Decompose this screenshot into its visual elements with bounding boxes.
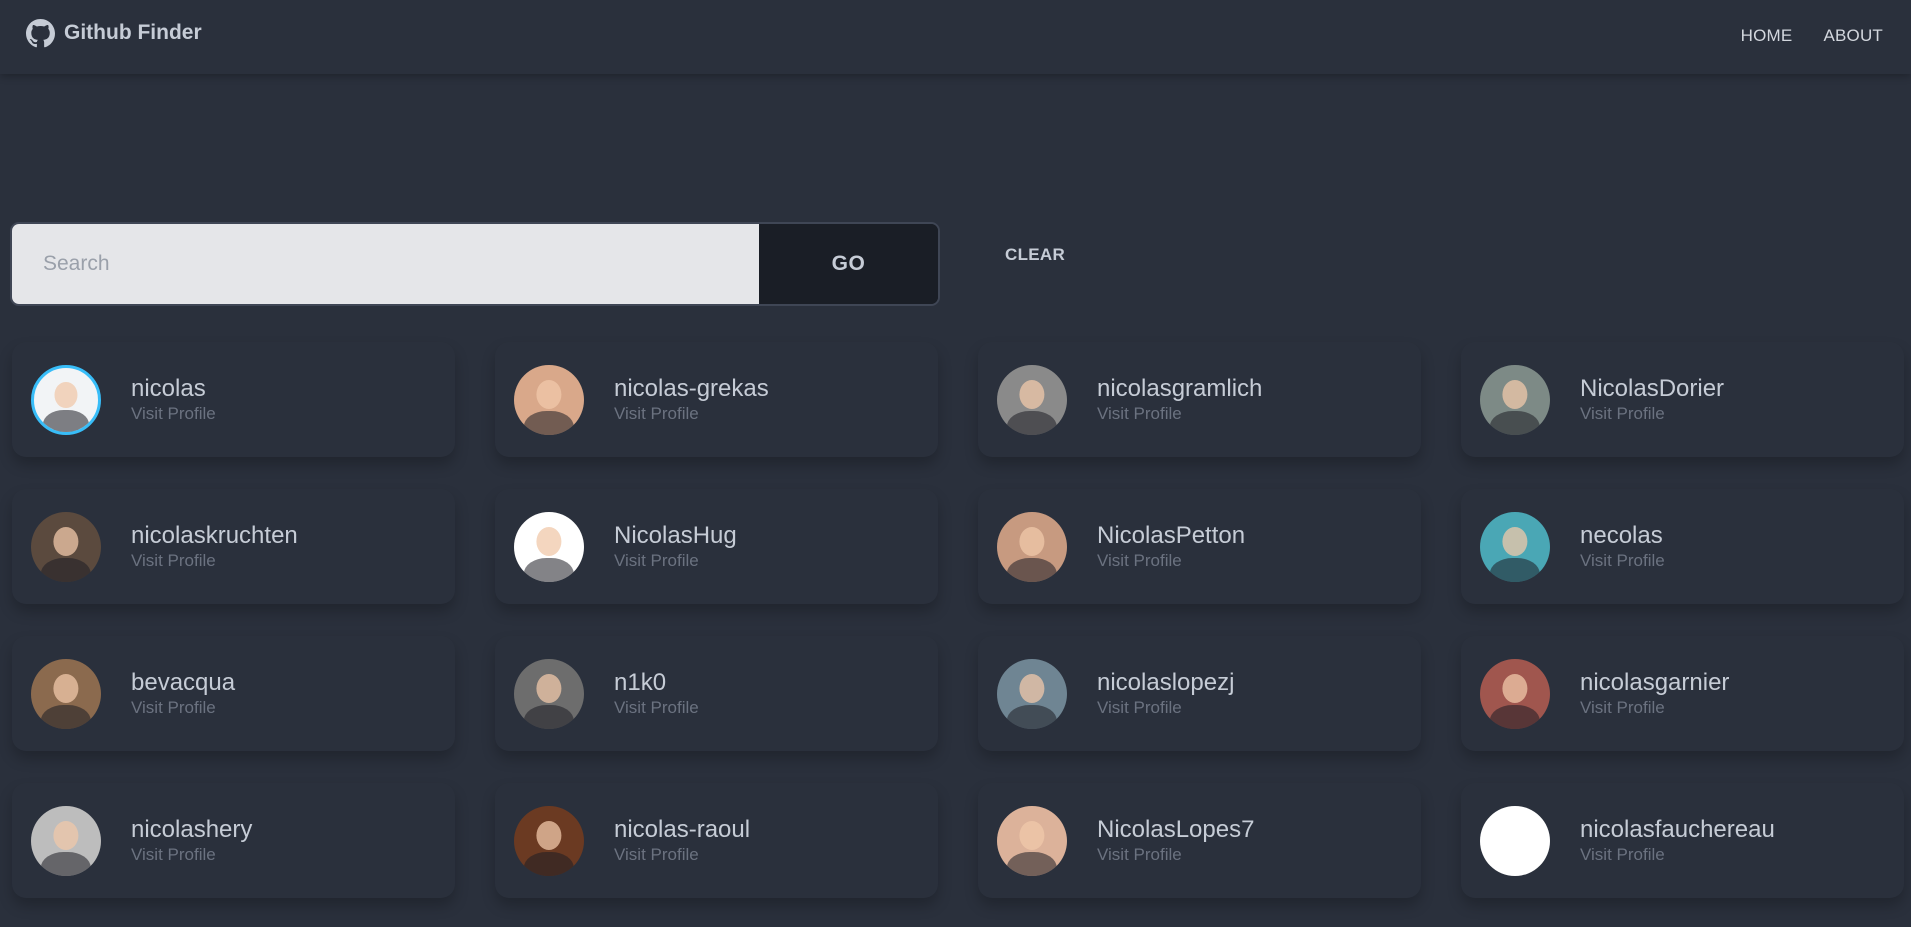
username: NicolasPetton — [1097, 521, 1246, 549]
user-info: nicolaskruchten Visit Profile — [131, 521, 298, 571]
user-info: nicolas Visit Profile — [131, 374, 216, 424]
username: NicolasHug — [614, 521, 737, 549]
user-card[interactable]: nicolaskruchten Visit Profile — [12, 489, 455, 604]
username: nicolas-grekas — [614, 374, 769, 402]
user-avatar — [997, 511, 1067, 582]
github-icon — [26, 18, 55, 48]
user-avatar — [997, 364, 1067, 435]
visit-profile-link[interactable]: Visit Profile — [1580, 698, 1729, 718]
user-avatar — [514, 511, 584, 582]
user-info: NicolasHug Visit Profile — [614, 521, 737, 571]
user-avatar — [997, 805, 1067, 876]
visit-profile-link[interactable]: Visit Profile — [1097, 698, 1234, 718]
user-info: nicolas-raoul Visit Profile — [614, 815, 750, 865]
user-avatar — [31, 364, 101, 435]
user-avatar — [1480, 658, 1550, 729]
search-row: GO CLEAR — [10, 222, 1071, 306]
user-avatar — [1480, 364, 1550, 435]
username: nicolaskruchten — [131, 521, 298, 549]
nav-about-link[interactable]: ABOUT — [1823, 26, 1883, 46]
user-info: nicolasgramlich Visit Profile — [1097, 374, 1262, 424]
clear-button[interactable]: CLEAR — [999, 244, 1071, 266]
user-avatar — [1480, 511, 1550, 582]
username: nicolasfauchereau — [1580, 815, 1775, 843]
visit-profile-link[interactable]: Visit Profile — [614, 404, 769, 424]
go-button[interactable]: GO — [759, 224, 938, 304]
user-avatar — [31, 805, 101, 876]
user-info: n1k0 Visit Profile — [614, 668, 699, 718]
visit-profile-link[interactable]: Visit Profile — [614, 551, 737, 571]
user-info: nicolas-grekas Visit Profile — [614, 374, 769, 424]
username: nicolasgarnier — [1580, 668, 1730, 696]
visit-profile-link[interactable]: Visit Profile — [1097, 551, 1245, 571]
user-card[interactable]: bevacqua Visit Profile — [12, 636, 455, 751]
user-avatar — [997, 658, 1067, 729]
visit-profile-link[interactable]: Visit Profile — [614, 845, 750, 865]
navbar: Github Finder HOME ABOUT — [0, 0, 1911, 74]
user-card[interactable]: necolas Visit Profile — [1461, 489, 1904, 604]
user-avatar — [31, 511, 101, 582]
user-info: nicolaslopezj Visit Profile — [1097, 668, 1234, 718]
user-card[interactable]: NicolasDorier Visit Profile — [1461, 342, 1904, 457]
user-info: nicolashery Visit Profile — [131, 815, 252, 865]
user-info: bevacqua Visit Profile — [131, 668, 235, 718]
user-grid: nicolas Visit Profile nicolas-grekas Visit … — [12, 342, 1904, 898]
user-card[interactable]: nicolasgarnier Visit Profile — [1461, 636, 1904, 751]
username: nicolashery — [131, 815, 253, 843]
user-card[interactable]: NicolasHug Visit Profile — [495, 489, 938, 604]
visit-profile-link[interactable]: Visit Profile — [614, 698, 699, 718]
user-avatar — [514, 805, 584, 876]
visit-profile-link[interactable]: Visit Profile — [131, 404, 216, 424]
brand-title: Github Finder — [64, 21, 202, 44]
user-avatar — [514, 364, 584, 435]
user-card[interactable]: nicolasfauchereau Visit Profile — [1461, 783, 1904, 898]
user-card[interactable]: nicolaslopezj Visit Profile — [978, 636, 1421, 751]
nav-links: HOME ABOUT — [1741, 26, 1883, 46]
user-card[interactable]: n1k0 Visit Profile — [495, 636, 938, 751]
visit-profile-link[interactable]: Visit Profile — [131, 698, 235, 718]
username: NicolasLopes7 — [1097, 815, 1255, 843]
user-card[interactable]: nicolasgramlich Visit Profile — [978, 342, 1421, 457]
visit-profile-link[interactable]: Visit Profile — [1580, 845, 1775, 865]
brand-link[interactable]: Github Finder — [26, 18, 202, 48]
user-info: nicolasgarnier Visit Profile — [1580, 668, 1729, 718]
username: n1k0 — [614, 668, 667, 696]
search-input[interactable] — [12, 224, 759, 304]
user-card[interactable]: nicolashery Visit Profile — [12, 783, 455, 898]
user-card[interactable]: NicolasPetton Visit Profile — [978, 489, 1421, 604]
visit-profile-link[interactable]: Visit Profile — [131, 551, 298, 571]
username: nicolasgramlich — [1097, 374, 1263, 402]
username: nicolas-raoul — [614, 815, 751, 843]
nav-home-link[interactable]: HOME — [1741, 26, 1793, 46]
user-info: NicolasPetton Visit Profile — [1097, 521, 1245, 571]
username: nicolaslopezj — [1097, 668, 1235, 696]
user-info: NicolasDorier Visit Profile — [1580, 374, 1724, 424]
user-card[interactable]: nicolas-grekas Visit Profile — [495, 342, 938, 457]
username: nicolas — [131, 374, 206, 402]
visit-profile-link[interactable]: Visit Profile — [1097, 845, 1254, 865]
user-card[interactable]: nicolas-raoul Visit Profile — [495, 783, 938, 898]
user-avatar — [514, 658, 584, 729]
search-group: GO — [10, 222, 940, 306]
username: necolas — [1580, 521, 1663, 549]
user-avatar — [1480, 805, 1550, 876]
visit-profile-link[interactable]: Visit Profile — [1097, 404, 1262, 424]
user-info: NicolasLopes7 Visit Profile — [1097, 815, 1254, 865]
visit-profile-link[interactable]: Visit Profile — [1580, 404, 1724, 424]
visit-profile-link[interactable]: Visit Profile — [131, 845, 252, 865]
user-avatar — [31, 658, 101, 729]
user-info: nicolasfauchereau Visit Profile — [1580, 815, 1775, 865]
username: NicolasDorier — [1580, 374, 1725, 402]
user-card[interactable]: nicolas Visit Profile — [12, 342, 455, 457]
username: bevacqua — [131, 668, 236, 696]
visit-profile-link[interactable]: Visit Profile — [1580, 551, 1665, 571]
user-card[interactable]: NicolasLopes7 Visit Profile — [978, 783, 1421, 898]
user-info: necolas Visit Profile — [1580, 521, 1665, 571]
